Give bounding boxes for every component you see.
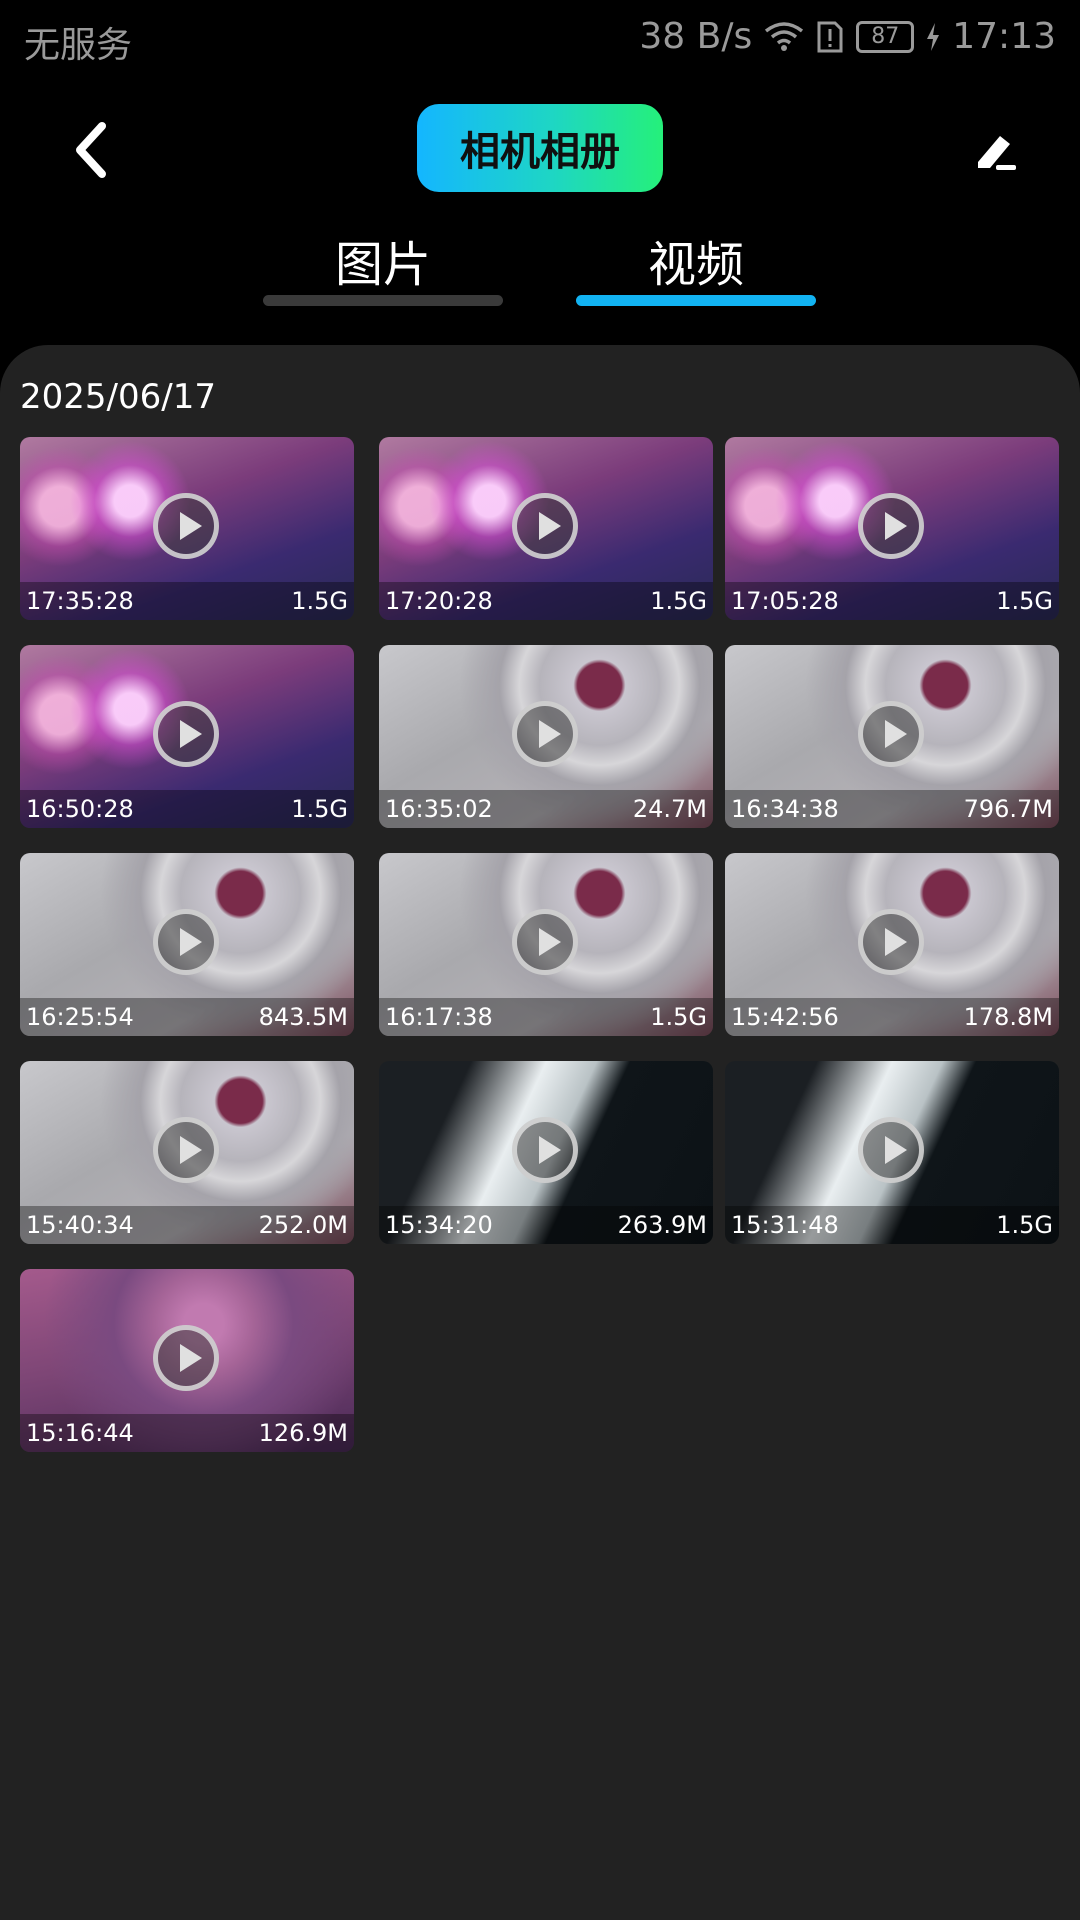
video-time: 17:05:28 bbox=[731, 587, 839, 615]
video-size: 24.7M bbox=[632, 795, 707, 823]
video-meta: 15:40:34 252.0M bbox=[20, 1206, 354, 1244]
charging-icon bbox=[927, 22, 940, 51]
video-time: 15:31:48 bbox=[731, 1211, 839, 1239]
video-meta: 16:35:02 24.7M bbox=[379, 790, 713, 828]
video-meta: 15:34:20 263.9M bbox=[379, 1206, 713, 1244]
video-size: 1.5G bbox=[650, 1003, 707, 1031]
video-time: 16:17:38 bbox=[385, 1003, 493, 1031]
video-time: 16:50:28 bbox=[26, 795, 134, 823]
network-speed: 38 B/s bbox=[639, 16, 753, 57]
media-tabs: 图片 视频 bbox=[0, 225, 1080, 315]
video-time: 15:40:34 bbox=[26, 1211, 134, 1239]
edit-icon[interactable] bbox=[968, 122, 1024, 178]
video-meta: 16:50:28 1.5G bbox=[20, 790, 354, 828]
play-icon[interactable] bbox=[512, 909, 578, 975]
wifi-icon bbox=[765, 21, 804, 51]
tab-videos[interactable]: 视频 bbox=[576, 225, 816, 306]
video-item[interactable]: 16:25:54 843.5M bbox=[20, 853, 354, 1036]
video-meta: 15:42:56 178.8M bbox=[725, 998, 1059, 1036]
video-item[interactable]: 15:34:20 263.9M bbox=[379, 1061, 713, 1244]
video-size: 1.5G bbox=[291, 587, 348, 615]
play-icon[interactable] bbox=[153, 1325, 219, 1391]
play-icon[interactable] bbox=[512, 1117, 578, 1183]
video-size: 263.9M bbox=[617, 1211, 707, 1239]
video-time: 15:34:20 bbox=[385, 1211, 493, 1239]
video-size: 796.7M bbox=[963, 795, 1053, 823]
video-meta: 17:35:28 1.5G bbox=[20, 582, 354, 620]
video-item[interactable]: 15:31:48 1.5G bbox=[725, 1061, 1059, 1244]
play-icon[interactable] bbox=[858, 701, 924, 767]
video-size: 1.5G bbox=[291, 795, 348, 823]
video-item[interactable]: 15:42:56 178.8M bbox=[725, 853, 1059, 1036]
video-item[interactable]: 16:17:38 1.5G bbox=[379, 853, 713, 1036]
battery-icon: 87 bbox=[856, 20, 915, 53]
video-item[interactable]: 15:40:34 252.0M bbox=[20, 1061, 354, 1244]
video-item[interactable]: 17:20:28 1.5G bbox=[379, 437, 713, 620]
video-time: 17:35:28 bbox=[26, 587, 134, 615]
video-time: 16:34:38 bbox=[731, 795, 839, 823]
play-icon[interactable] bbox=[512, 493, 578, 559]
video-meta: 15:31:48 1.5G bbox=[725, 1206, 1059, 1244]
video-item[interactable]: 17:35:28 1.5G bbox=[20, 437, 354, 620]
video-list-panel[interactable]: 2025/06/17 17:35:28 1.5G 17:20:28 1.5G 17:05… bbox=[0, 345, 1080, 1920]
back-icon[interactable] bbox=[64, 120, 124, 180]
play-icon[interactable] bbox=[512, 701, 578, 767]
video-time: 16:35:02 bbox=[385, 795, 493, 823]
video-item[interactable]: 15:16:44 126.9M bbox=[20, 1269, 354, 1452]
tab-photos-label: 图片 bbox=[334, 237, 431, 293]
video-size: 1.5G bbox=[996, 587, 1053, 615]
video-time: 17:20:28 bbox=[385, 587, 493, 615]
video-meta: 16:34:38 796.7M bbox=[725, 790, 1059, 828]
video-item[interactable]: 16:34:38 796.7M bbox=[725, 645, 1059, 828]
status-bar: 无服务 38 B/s 87 17:13 bbox=[0, 0, 1080, 76]
page-title: 相机相册 bbox=[417, 104, 663, 192]
video-item[interactable]: 16:50:28 1.5G bbox=[20, 645, 354, 828]
video-size: 843.5M bbox=[258, 1003, 348, 1031]
tab-videos-label: 视频 bbox=[647, 237, 744, 293]
video-meta: 16:25:54 843.5M bbox=[20, 998, 354, 1036]
video-time: 15:16:44 bbox=[26, 1419, 134, 1447]
video-meta: 15:16:44 126.9M bbox=[20, 1414, 354, 1452]
video-size: 252.0M bbox=[258, 1211, 348, 1239]
status-right: 38 B/s 87 17:13 bbox=[639, 16, 1056, 57]
video-meta: 17:05:28 1.5G bbox=[725, 582, 1059, 620]
tab-photos-indicator bbox=[263, 295, 503, 306]
video-meta: 16:17:38 1.5G bbox=[379, 998, 713, 1036]
play-icon[interactable] bbox=[153, 493, 219, 559]
video-time: 16:25:54 bbox=[26, 1003, 134, 1031]
tab-photos[interactable]: 图片 bbox=[263, 225, 503, 306]
video-size: 126.9M bbox=[258, 1419, 348, 1447]
battery-level: 87 bbox=[871, 24, 900, 49]
video-time: 15:42:56 bbox=[731, 1003, 839, 1031]
video-size: 178.8M bbox=[963, 1003, 1053, 1031]
page-title-text: 相机相册 bbox=[460, 129, 620, 175]
play-icon[interactable] bbox=[858, 493, 924, 559]
header: 相机相册 bbox=[0, 90, 1080, 210]
video-meta: 17:20:28 1.5G bbox=[379, 582, 713, 620]
video-item[interactable]: 16:35:02 24.7M bbox=[379, 645, 713, 828]
video-size: 1.5G bbox=[650, 587, 707, 615]
play-icon[interactable] bbox=[153, 701, 219, 767]
sim-alert-icon bbox=[817, 21, 843, 52]
carrier-label: 无服务 bbox=[24, 25, 133, 66]
video-size: 1.5G bbox=[996, 1211, 1053, 1239]
section-date: 2025/06/17 bbox=[20, 377, 216, 417]
video-item[interactable]: 17:05:28 1.5G bbox=[725, 437, 1059, 620]
clock: 17:13 bbox=[952, 16, 1056, 57]
tab-videos-indicator bbox=[576, 295, 816, 306]
play-icon[interactable] bbox=[153, 1117, 219, 1183]
play-icon[interactable] bbox=[858, 909, 924, 975]
play-icon[interactable] bbox=[858, 1117, 924, 1183]
play-icon[interactable] bbox=[153, 909, 219, 975]
